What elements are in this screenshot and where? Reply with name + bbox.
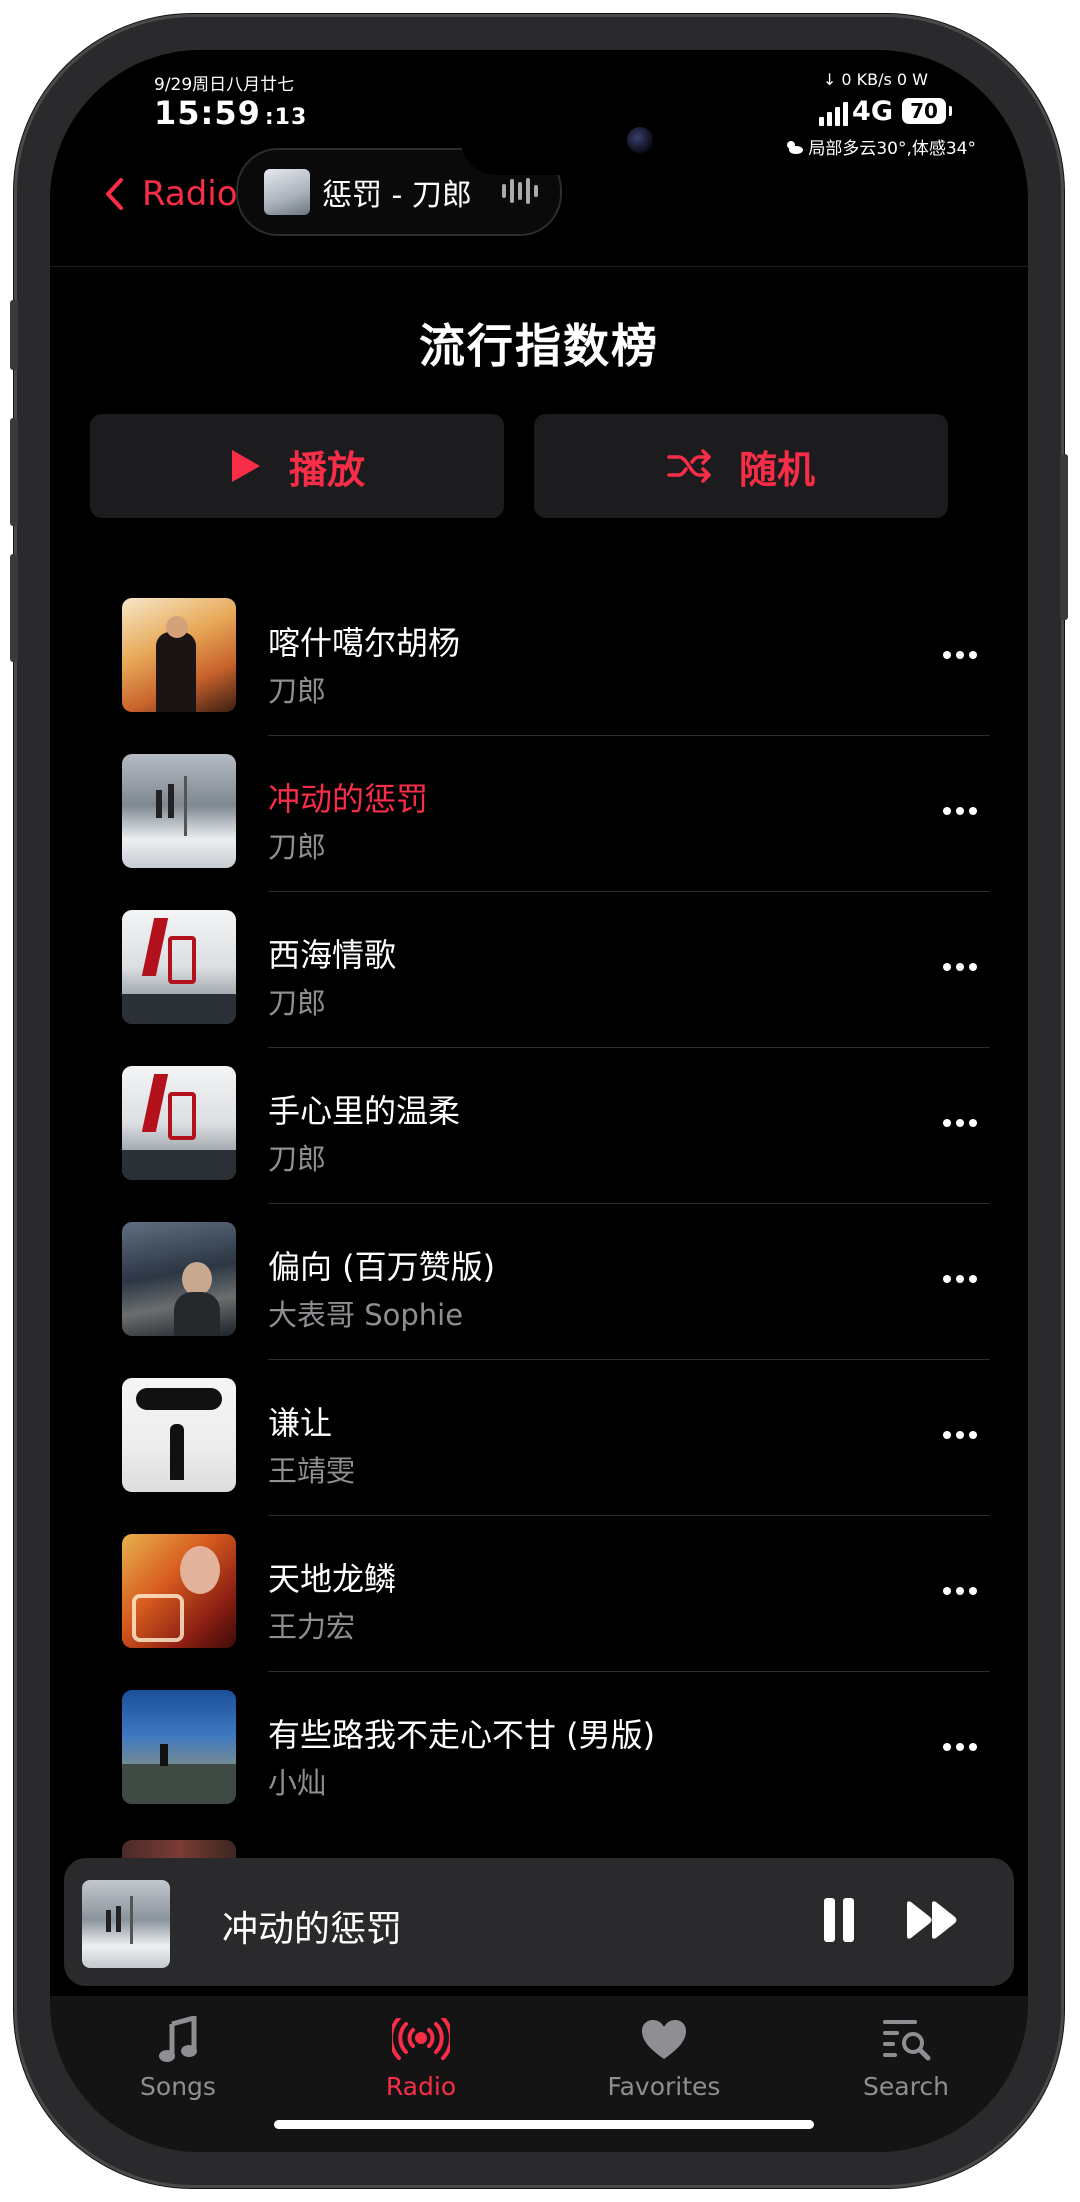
song-row[interactable]: 喀什噶尔胡杨 刀郎 bbox=[122, 580, 990, 736]
shuffle-icon bbox=[667, 449, 711, 483]
song-title: 有些路我不走心不甘 (男版) bbox=[268, 1716, 656, 1754]
status-date: 9/29周日八月廿七 bbox=[154, 75, 295, 95]
more-options-icon[interactable] bbox=[930, 952, 990, 982]
song-artist: 刀郎 bbox=[268, 674, 327, 708]
waveform-icon bbox=[502, 178, 538, 204]
more-options-icon[interactable] bbox=[930, 1264, 990, 1294]
song-row[interactable]: 天地龙鳞 王力宏 bbox=[122, 1516, 990, 1672]
partly-cloudy-icon bbox=[787, 140, 804, 154]
song-title: 冲动的惩罚 bbox=[268, 780, 429, 818]
status-time-hm: 15:59 bbox=[154, 94, 261, 132]
tab-songs[interactable]: Songs bbox=[88, 2012, 268, 2101]
screen: 9/29周日八月廿七 15:59:13 ↓ 0 KB/s 0 W 4G 70 局… bbox=[50, 50, 1028, 2152]
album-art bbox=[122, 1690, 236, 1804]
radio-broadcast-icon bbox=[392, 2018, 450, 2060]
song-list: 喀什噶尔胡杨 刀郎 冲动的惩罚 刀郎 西海情歌 刀郎 手心里的温柔 刀郎 偏向 … bbox=[122, 580, 990, 1828]
action-button bbox=[10, 300, 18, 370]
weather-text: 局部多云30°,体感34° bbox=[808, 139, 976, 159]
song-artist: 刀郎 bbox=[268, 830, 327, 864]
status-time: 15:59:13 bbox=[154, 94, 307, 132]
song-row[interactable]: 有些路我不走心不甘 (男版) 小灿 bbox=[122, 1672, 990, 1828]
song-row[interactable]: 手心里的温柔 刀郎 bbox=[122, 1048, 990, 1204]
song-artist: 刀郎 bbox=[268, 1142, 327, 1176]
partial-album-art bbox=[122, 1840, 236, 1860]
mini-player[interactable]: 冲动的惩罚 bbox=[64, 1858, 1014, 1986]
play-label: 播放 bbox=[288, 447, 365, 492]
tab-label: Favorites bbox=[607, 2072, 721, 2101]
fast-forward-icon[interactable] bbox=[904, 1900, 960, 1940]
music-note-icon bbox=[159, 2016, 197, 2062]
play-icon bbox=[231, 450, 260, 482]
album-art bbox=[122, 754, 236, 868]
home-indicator[interactable] bbox=[274, 2120, 814, 2129]
nav-divider bbox=[50, 266, 1028, 267]
more-options-icon[interactable] bbox=[930, 1108, 990, 1138]
tab-favorites[interactable]: Favorites bbox=[574, 2012, 754, 2101]
signal-strength-icon bbox=[819, 102, 848, 126]
dynamic-island bbox=[461, 105, 691, 175]
mini-player-art bbox=[82, 1880, 170, 1968]
carrier-label: 4G bbox=[852, 96, 893, 127]
now-playing-thumb bbox=[264, 169, 310, 215]
album-art bbox=[122, 1534, 236, 1648]
song-artist: 王靖雯 bbox=[268, 1454, 356, 1488]
song-title: 手心里的温柔 bbox=[268, 1092, 461, 1130]
tab-radio[interactable]: Radio bbox=[331, 2012, 511, 2101]
tab-bar: Songs Radio Favorites Search bbox=[50, 1996, 1028, 2152]
heart-icon bbox=[642, 2020, 686, 2059]
song-title: 喀什噶尔胡杨 bbox=[268, 624, 461, 662]
more-options-icon[interactable] bbox=[930, 1732, 990, 1762]
status-network-speed: ↓ 0 KB/s 0 W bbox=[822, 70, 928, 89]
pause-icon[interactable] bbox=[824, 1898, 854, 1942]
power-button bbox=[1060, 454, 1068, 620]
album-art bbox=[122, 598, 236, 712]
status-time-seconds: :13 bbox=[264, 105, 308, 130]
shuffle-button[interactable]: 随机 bbox=[534, 414, 948, 518]
volume-down-button bbox=[10, 554, 18, 662]
song-artist: 刀郎 bbox=[268, 986, 327, 1020]
album-art bbox=[122, 910, 236, 1024]
front-camera bbox=[627, 127, 653, 153]
song-row[interactable]: 西海情歌 刀郎 bbox=[122, 892, 990, 1048]
search-list-icon bbox=[883, 2020, 931, 2061]
song-row[interactable]: 谦让 王靖雯 bbox=[122, 1360, 990, 1516]
shuffle-label: 随机 bbox=[738, 447, 815, 492]
mini-player-title: 冲动的惩罚 bbox=[222, 1909, 403, 1950]
chevron-left-icon bbox=[106, 178, 123, 210]
volume-up-button bbox=[10, 418, 18, 526]
song-title: 偏向 (百万赞版) bbox=[268, 1248, 496, 1286]
song-title: 西海情歌 bbox=[268, 936, 397, 974]
more-options-icon[interactable] bbox=[930, 1576, 990, 1606]
song-artist: 小灿 bbox=[268, 1766, 327, 1800]
back-label: Radio bbox=[142, 174, 238, 214]
more-options-icon[interactable] bbox=[930, 640, 990, 670]
song-artist: 王力宏 bbox=[268, 1610, 356, 1644]
album-art bbox=[122, 1378, 236, 1492]
song-artist: 大表哥 Sophie bbox=[268, 1298, 464, 1332]
tab-label: Songs bbox=[140, 2072, 216, 2101]
more-options-icon[interactable] bbox=[930, 796, 990, 826]
tab-label: Search bbox=[863, 2072, 949, 2101]
tab-search[interactable]: Search bbox=[816, 2012, 996, 2101]
play-button[interactable]: 播放 bbox=[90, 414, 504, 518]
page-title: 流行指数榜 bbox=[419, 319, 659, 373]
song-title: 谦让 bbox=[268, 1404, 333, 1442]
song-row[interactable]: 偏向 (百万赞版) 大表哥 Sophie bbox=[122, 1204, 990, 1360]
more-options-icon[interactable] bbox=[930, 1420, 990, 1450]
album-art bbox=[122, 1222, 236, 1336]
album-art bbox=[122, 1066, 236, 1180]
status-weather: 局部多云30°,体感34° bbox=[784, 134, 976, 159]
battery-indicator: 70 bbox=[902, 98, 952, 124]
song-row[interactable]: 冲动的惩罚 刀郎 bbox=[122, 736, 990, 892]
tab-label: Radio bbox=[385, 2072, 457, 2101]
song-title: 天地龙鳞 bbox=[268, 1560, 397, 1598]
phone-frame: 9/29周日八月廿七 15:59:13 ↓ 0 KB/s 0 W 4G 70 局… bbox=[10, 14, 1068, 2188]
back-button[interactable]: Radio bbox=[104, 174, 238, 214]
